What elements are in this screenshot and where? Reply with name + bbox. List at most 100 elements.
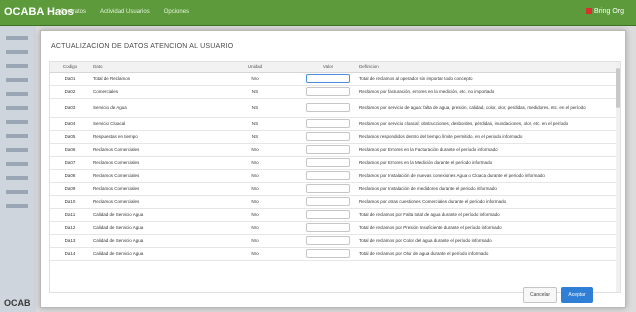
- cell-dato: Reclamos Comerciales: [90, 169, 210, 183]
- cell-valor: [300, 98, 356, 118]
- cell-valor: [300, 208, 356, 222]
- table-row: Da08 Reclamos Comerciales Nro Reclamos p…: [50, 169, 618, 183]
- table-row: Da09 Reclamos Comerciales Nro Reclamos p…: [50, 182, 618, 196]
- cell-valor: [300, 234, 356, 248]
- cell-dato: Reclamos Comerciales: [90, 182, 210, 196]
- cell-unidad: Nro: [210, 143, 300, 157]
- background-sidebar-item: [6, 78, 28, 82]
- cell-unidad: Nro: [210, 221, 300, 235]
- background-sidebar-item: [6, 148, 28, 152]
- cell-definition: Reclamos por Errores en la Medición dura…: [356, 156, 618, 170]
- cell-code: Da14: [50, 247, 90, 261]
- accept-button[interactable]: Aceptar: [561, 287, 593, 303]
- table-row: Da01 Total de Reclamos Nro Total de recl…: [50, 72, 618, 86]
- menu-item-opciones[interactable]: Opciones: [164, 9, 189, 15]
- table-row: Da06 Reclamos Comerciales Nro Reclamos p…: [50, 143, 618, 157]
- cell-unidad: Nro: [210, 247, 300, 261]
- scrollbar-thumb[interactable]: [616, 68, 620, 108]
- cell-valor: [300, 169, 356, 183]
- value-input[interactable]: [306, 197, 350, 206]
- cell-definition: Total de reclamos por Falta total de agu…: [356, 208, 618, 222]
- table-row: Da11 Calidad de Servicio Agua Nro Total …: [50, 208, 618, 222]
- cell-unidad: NS: [210, 85, 300, 99]
- cell-valor: [300, 117, 356, 131]
- cell-unidad: Nro: [210, 156, 300, 170]
- cell-definition: Total de reclamos por Presión Insuficien…: [356, 221, 618, 235]
- menu-item-actividad[interactable]: Actividad Usuarios: [100, 9, 150, 15]
- menu-item-contratos[interactable]: Contratos: [60, 9, 86, 15]
- data-table: Codigo Dato Unidad Valor Definicion Da01…: [50, 62, 618, 261]
- cell-valor: [300, 156, 356, 170]
- background-sidebar: OCAB: [0, 26, 36, 312]
- table-row: Da02 Comerciales NS Reclamos por factura…: [50, 85, 618, 99]
- cell-valor: [300, 195, 356, 209]
- value-input[interactable]: [306, 87, 350, 96]
- table-row: Da12 Calidad de Servicio Agua Nro Total …: [50, 221, 618, 235]
- table-header-row: Codigo Dato Unidad Valor Definicion: [50, 62, 618, 73]
- cell-dato: Comerciales: [90, 85, 210, 99]
- cell-dato: Servicio Cloacal: [90, 117, 210, 131]
- value-input[interactable]: [306, 171, 350, 180]
- cell-definition: Reclamos por Errores en la Facturación d…: [356, 143, 618, 157]
- background-sidebar-item: [6, 162, 28, 166]
- data-table-container[interactable]: Codigo Dato Unidad Valor Definicion Da01…: [49, 61, 621, 293]
- value-input[interactable]: [306, 119, 350, 128]
- user-menu[interactable]: Bring Org: [586, 8, 624, 15]
- value-input[interactable]: [306, 236, 350, 245]
- value-input[interactable]: [306, 132, 350, 141]
- table-row: Da04 Servicio Cloacal NS Reclamos por se…: [50, 117, 618, 131]
- cell-definition: Total de reclamos por Olor de agua duran…: [356, 247, 618, 261]
- table-row: Da13 Calidad de Servicio Agua Nro Total …: [50, 234, 618, 248]
- value-input[interactable]: [306, 74, 350, 83]
- cell-definition: Total de reclamos por Color del agua dur…: [356, 234, 618, 248]
- cell-code: Da07: [50, 156, 90, 170]
- cell-dato: Reclamos Comerciales: [90, 156, 210, 170]
- cell-dato: Calidad de Servicio Agua: [90, 208, 210, 222]
- value-input[interactable]: [306, 223, 350, 232]
- cell-unidad: Nro: [210, 72, 300, 86]
- value-input[interactable]: [306, 158, 350, 167]
- cell-unidad: NS: [210, 98, 300, 118]
- cell-valor: [300, 85, 356, 99]
- cell-code: Da13: [50, 234, 90, 248]
- cell-dato: Calidad de Servicio Agua: [90, 234, 210, 248]
- cell-dato: Reclamos Comerciales: [90, 143, 210, 157]
- cell-definition: Reclamos respondidos dentro del tiempo l…: [356, 130, 618, 144]
- cell-dato: Calidad de Servicio Agua: [90, 247, 210, 261]
- value-input[interactable]: [306, 249, 350, 258]
- cell-valor: [300, 143, 356, 157]
- background-sidebar-item: [6, 50, 28, 54]
- table-row: Da14 Calidad de Servicio Agua Nro Total …: [50, 247, 618, 261]
- cancel-button[interactable]: Cancelar: [523, 287, 557, 303]
- cell-code: Da02: [50, 85, 90, 99]
- cell-dato: Calidad de Servicio Agua: [90, 221, 210, 235]
- cell-definition: Reclamos por servicio cloacal: obstrucci…: [356, 117, 618, 131]
- cell-code: Da06: [50, 143, 90, 157]
- cell-definition: Reclamos por Instalación de nuevas conex…: [356, 169, 618, 183]
- cell-valor: [300, 72, 356, 86]
- column-header-unidad: Unidad: [210, 62, 300, 73]
- value-input[interactable]: [306, 145, 350, 154]
- cell-code: Da08: [50, 169, 90, 183]
- cell-definition: Total de reclamos al operador sin import…: [356, 72, 618, 86]
- value-input[interactable]: [306, 103, 350, 112]
- cell-unidad: Nro: [210, 169, 300, 183]
- background-sidebar-item: [6, 176, 28, 180]
- cell-code: Da11: [50, 208, 90, 222]
- cell-code: Da10: [50, 195, 90, 209]
- cell-unidad: NS: [210, 130, 300, 144]
- background-sidebar-item: [6, 190, 28, 194]
- cell-code: Da01: [50, 72, 90, 86]
- value-input[interactable]: [306, 210, 350, 219]
- table-scrollbar[interactable]: [616, 62, 620, 292]
- background-footer-title: OCAB: [4, 298, 31, 308]
- cell-code: Da04: [50, 117, 90, 131]
- user-flag-icon: [586, 8, 593, 15]
- user-name: Bring Org: [594, 8, 624, 15]
- column-header-valor: Valor: [300, 62, 356, 73]
- table-row: Da10 Reclamos Comerciales Nro Reclamos p…: [50, 195, 618, 209]
- value-input[interactable]: [306, 184, 350, 193]
- cell-valor: [300, 130, 356, 144]
- background-sidebar-item: [6, 64, 28, 68]
- background-sidebar-item: [6, 106, 28, 110]
